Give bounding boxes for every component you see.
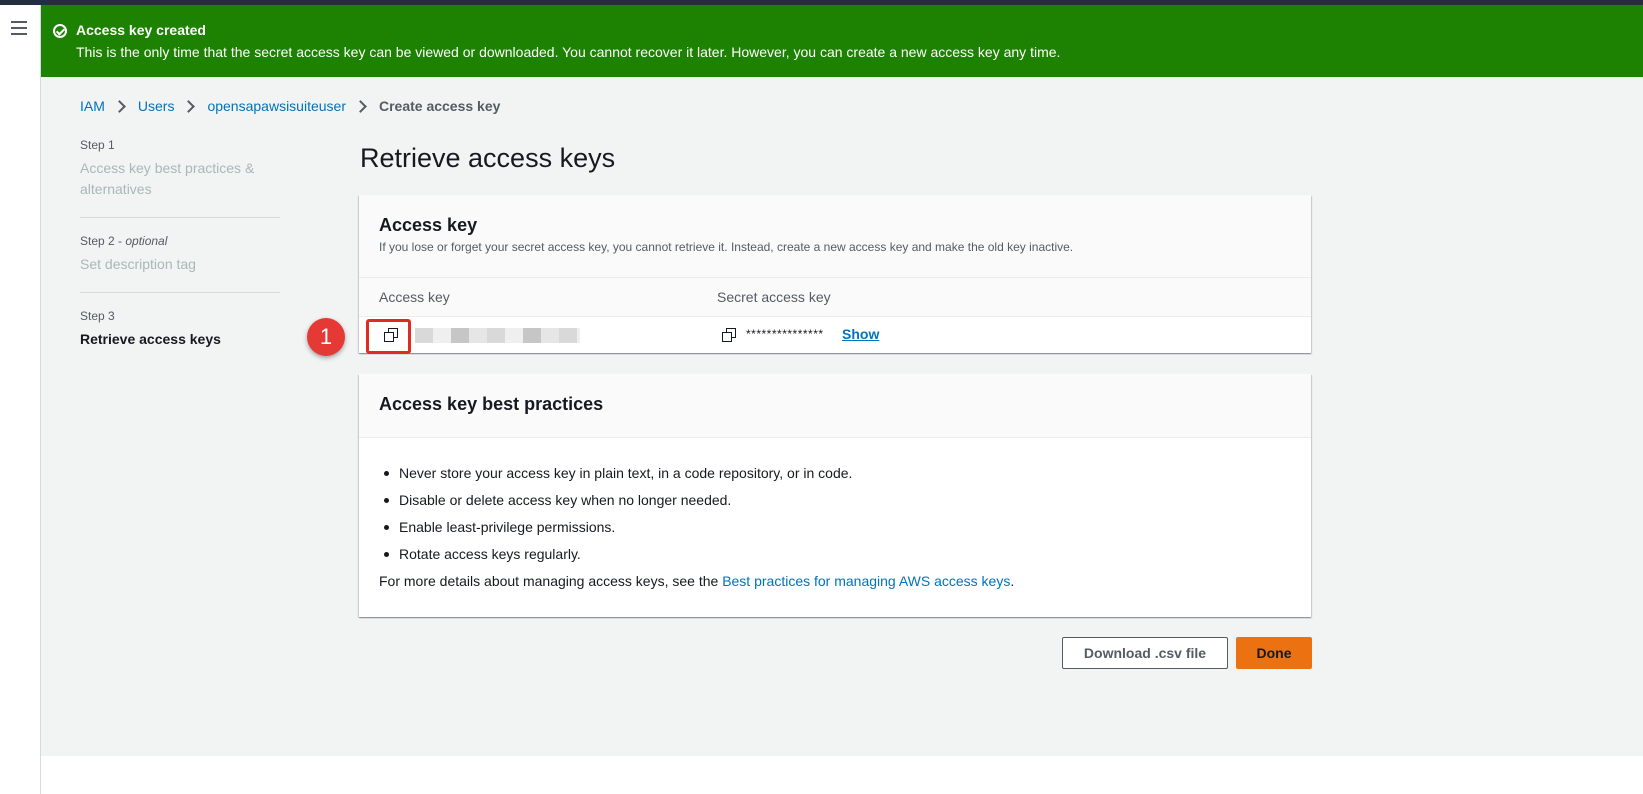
list-item: Disable or delete access key when no lon…: [379, 487, 852, 514]
best-practices-link[interactable]: Best practices for managing AWS access k…: [722, 573, 1010, 589]
breadcrumb-users[interactable]: Users: [138, 98, 175, 114]
column-header-access-key: Access key: [379, 289, 450, 305]
chevron-right-icon: [354, 99, 367, 113]
breadcrumb-current: Create access key: [378, 98, 501, 114]
download-csv-button[interactable]: Download .csv file: [1062, 637, 1228, 669]
flash-message: This is the only time that the secret ac…: [76, 44, 1061, 60]
main-content: Access key created This is the only time…: [41, 5, 1643, 756]
step-1: Step 1 Access key best practices & alter…: [80, 138, 280, 200]
step-label: Step 1: [80, 138, 115, 152]
list-item: Rotate access keys regularly.: [379, 541, 852, 568]
column-header-secret: Secret access key: [717, 289, 831, 305]
access-key-value-redacted: [415, 328, 580, 343]
page-title: Retrieve access keys: [360, 143, 616, 173]
panel-description: If you lose or forget your secret access…: [379, 240, 1074, 254]
breadcrumb-user[interactable]: opensapawsisuiteuser: [207, 98, 346, 114]
chevron-right-icon: [113, 99, 126, 113]
wizard-steps: Step 1 Access key best practices & alter…: [80, 138, 280, 350]
step-divider: [80, 292, 280, 293]
left-rail: [0, 5, 41, 794]
breadcrumb: IAM Users opensapawsisuiteuser Create ac…: [80, 98, 500, 114]
more-details-text: For more details about managing access k…: [379, 573, 1014, 589]
check-circle-icon: [53, 24, 67, 38]
annotation-highlight-box: [366, 319, 411, 354]
panel-heading: Access key best practices: [379, 394, 604, 414]
step-optional: optional: [125, 234, 168, 248]
step-2: Step 2 - optional Set description tag: [80, 234, 280, 275]
more-suffix: .: [1010, 573, 1015, 589]
table-header-row: Access key Secret access key: [359, 277, 1311, 317]
best-practices-panel: Access key best practices Never store yo…: [359, 374, 1311, 617]
more-prefix: For more details about managing access k…: [379, 573, 723, 589]
panel-header: Access key If you lose or forget your se…: [359, 195, 1311, 278]
done-button[interactable]: Done: [1236, 637, 1312, 669]
step-3: Step 3 Retrieve access keys: [80, 309, 280, 350]
access-key-panel: Access key If you lose or forget your se…: [359, 195, 1311, 353]
success-flash-banner: Access key created This is the only time…: [41, 5, 1643, 77]
bottom-strip: [41, 756, 1643, 794]
step-label-text: Step 2 -: [80, 234, 126, 248]
panel-header: Access key best practices: [359, 374, 1311, 438]
step-label: Step 2 - optional: [80, 234, 280, 248]
step-title: Access key best practices & alternatives: [80, 160, 255, 197]
annotation-step-marker: 1: [307, 318, 345, 356]
flash-title: Access key created: [76, 22, 206, 38]
breadcrumb-iam[interactable]: IAM: [80, 98, 105, 114]
step-divider: [80, 217, 280, 218]
secret-key-masked: ***************: [746, 327, 824, 341]
chevron-right-icon: [182, 99, 196, 113]
step-title: Set description tag: [80, 256, 196, 272]
menu-icon[interactable]: [11, 21, 27, 35]
copy-secret-key-icon[interactable]: [722, 328, 736, 342]
step-label: Step 3: [80, 309, 115, 323]
best-practices-list: Never store your access key in plain tex…: [379, 460, 852, 568]
show-secret-link[interactable]: Show: [842, 326, 879, 342]
list-item: Enable least-privilege permissions.: [379, 514, 852, 541]
list-item: Never store your access key in plain tex…: [379, 460, 852, 487]
panel-heading: Access key: [379, 215, 478, 235]
table-row: *************** Show: [359, 316, 1311, 353]
step-title-active: Retrieve access keys: [80, 331, 221, 347]
